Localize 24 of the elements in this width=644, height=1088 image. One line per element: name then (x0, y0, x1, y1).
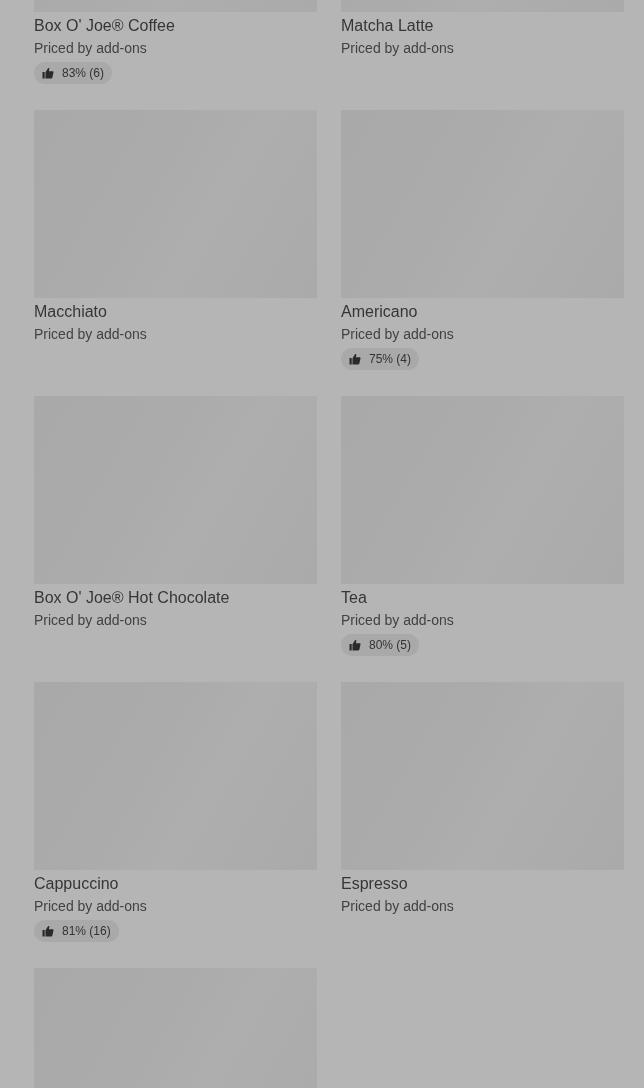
rating-badge: 80% (5) (341, 634, 420, 656)
price-note: Priced by add-ons (34, 897, 147, 915)
item-title: Americano (341, 302, 418, 322)
item-title: Cappuccino (34, 874, 119, 894)
rating-badge: 83% (6) (34, 62, 113, 84)
thumbs-up-icon (42, 925, 54, 937)
price-note: Priced by add-ons (341, 611, 454, 629)
price-note: Priced by add-ons (341, 897, 454, 915)
thumbs-up-icon (349, 353, 361, 365)
item-title: Matcha Latte (341, 16, 434, 36)
item-title: Box O' Joe® Hot Chocolate (34, 588, 230, 608)
rating-badge: 75% (4) (341, 348, 420, 370)
rating-badge: 81% (16) (34, 920, 119, 942)
item-title: Espresso (341, 874, 408, 894)
item-title: Macchiato (34, 302, 107, 322)
price-note: Priced by add-ons (341, 39, 454, 57)
thumbs-up-icon (349, 639, 361, 651)
thumbs-up-icon (42, 67, 54, 79)
price-note: Priced by add-ons (34, 39, 147, 57)
price-note: Priced by add-ons (34, 611, 147, 629)
price-note: Priced by add-ons (341, 325, 454, 343)
item-title: Tea (341, 588, 367, 608)
price-note: Priced by add-ons (34, 325, 147, 343)
item-title: Box O' Joe® Coffee (34, 16, 175, 36)
